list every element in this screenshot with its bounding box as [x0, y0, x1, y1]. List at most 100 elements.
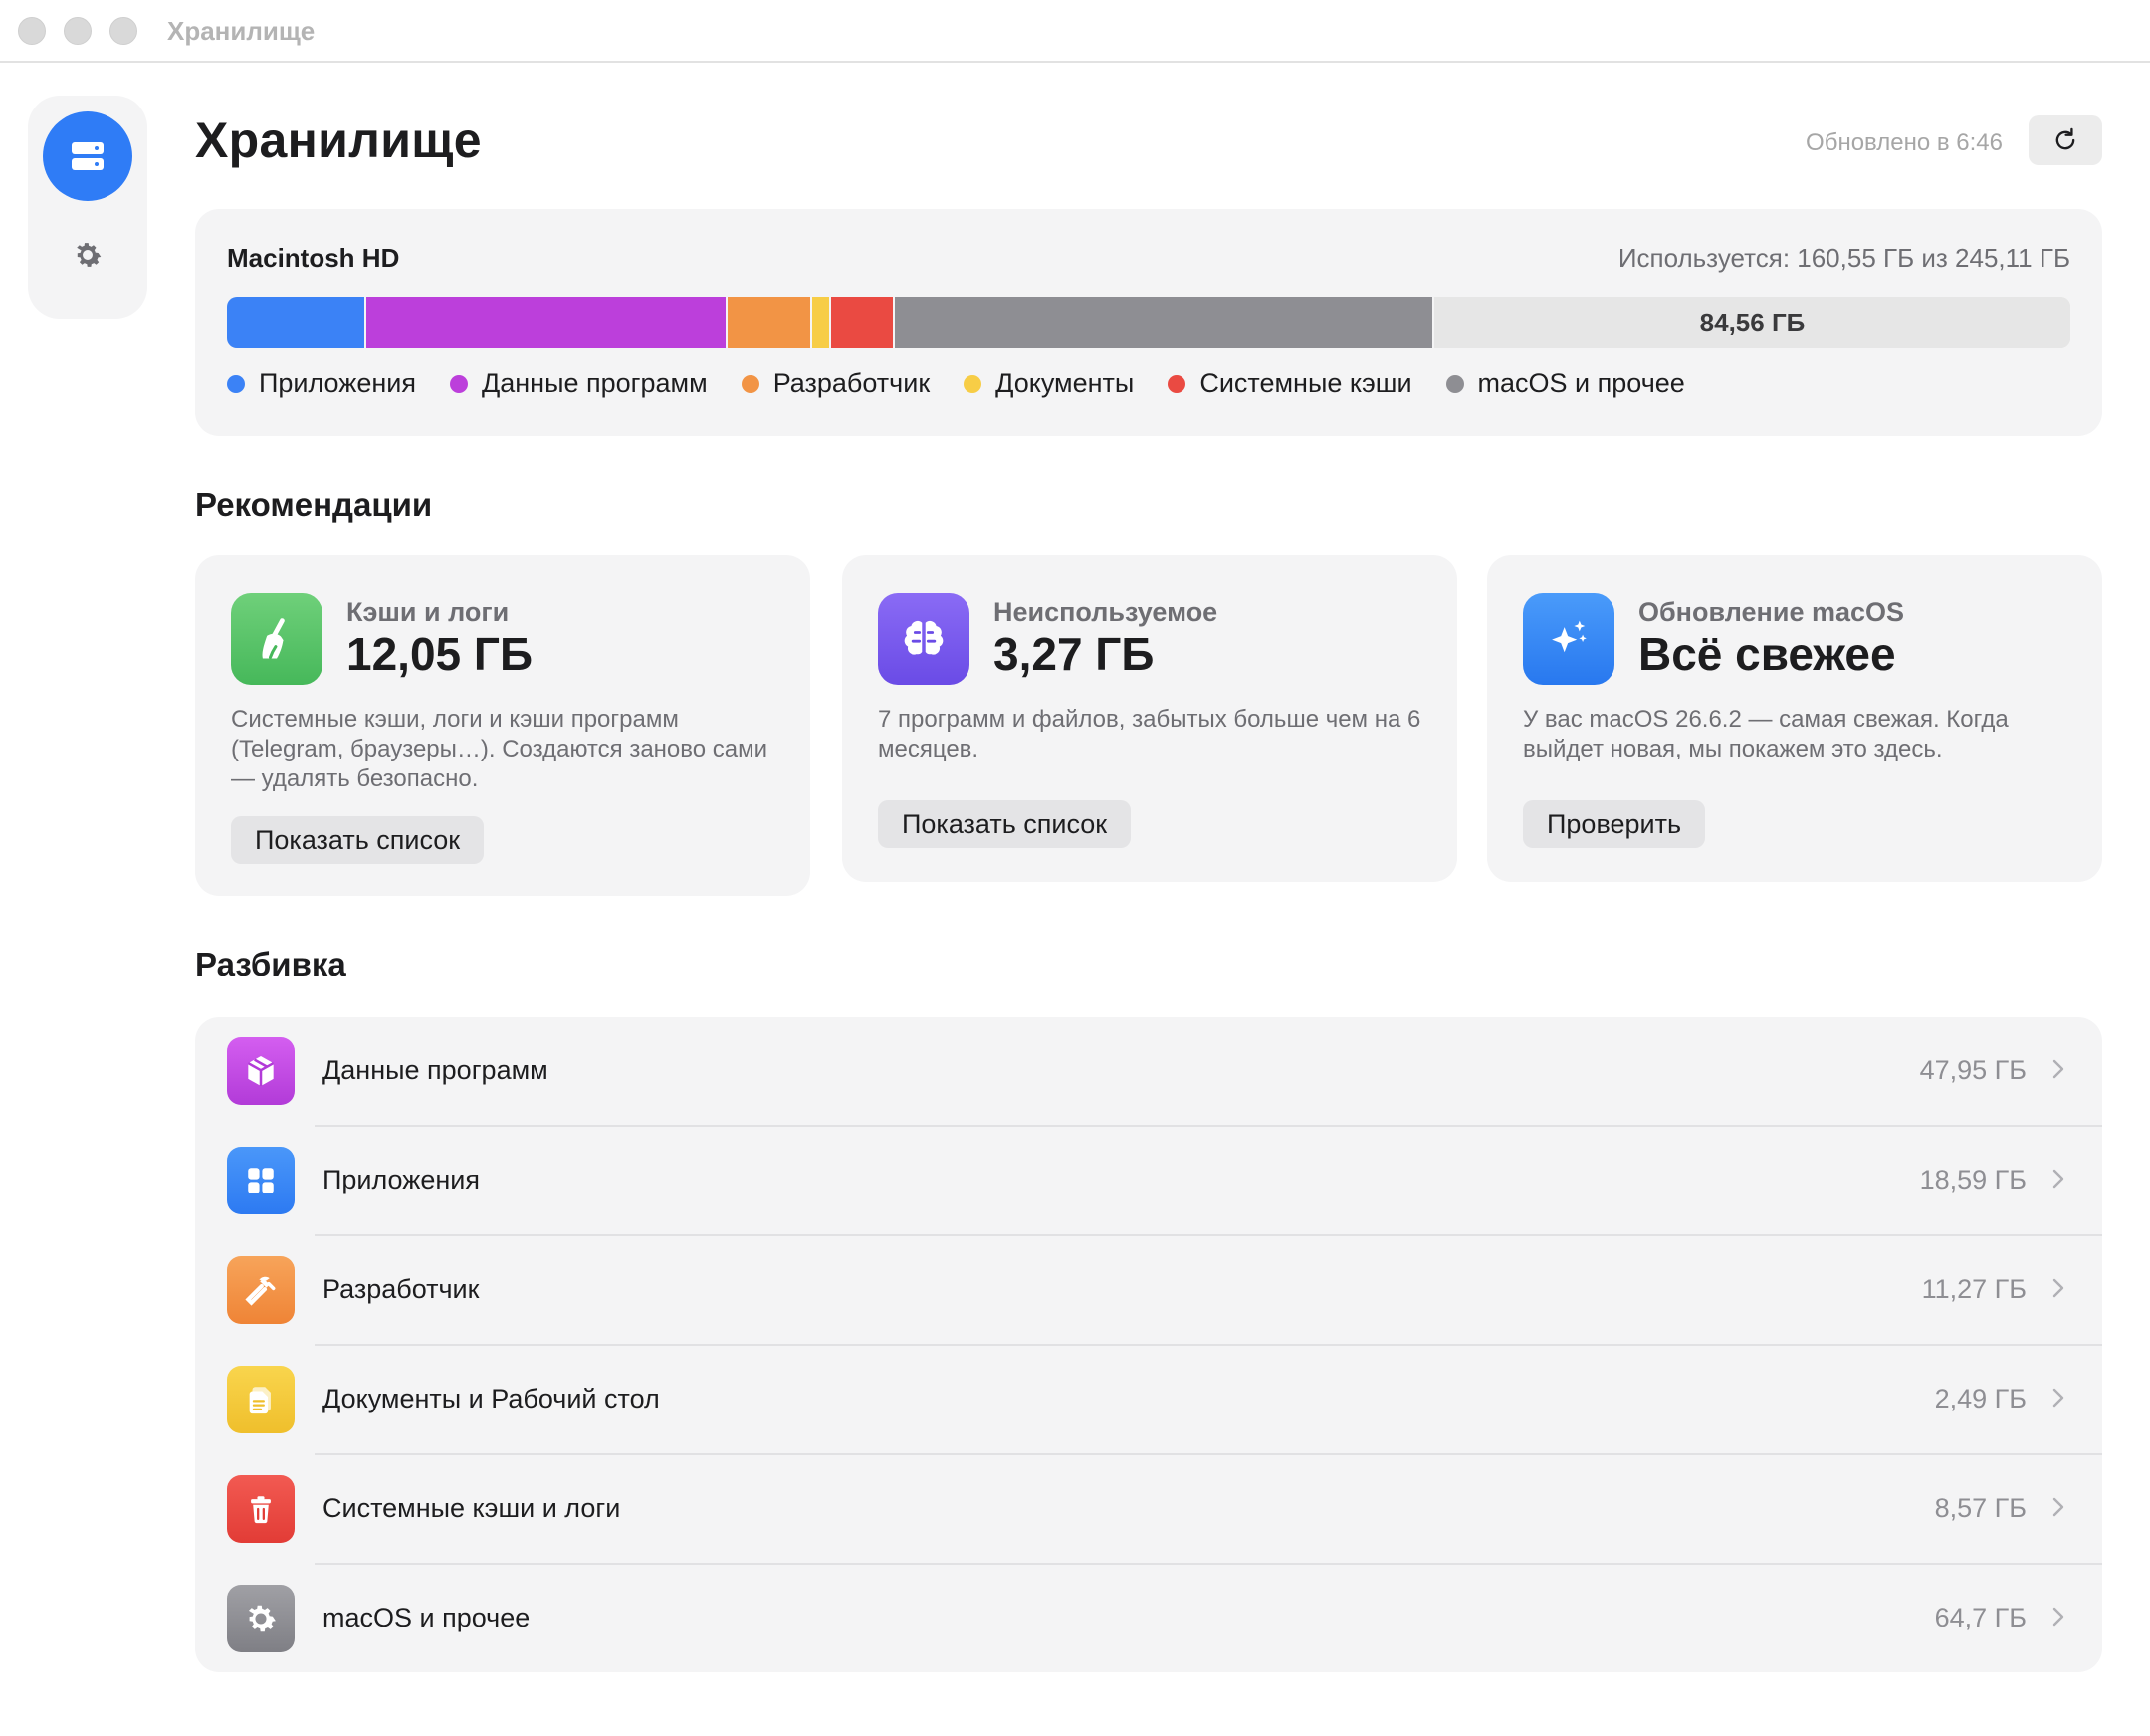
legend-item: Данные программ	[449, 368, 708, 399]
row-size: 8,57 ГБ	[1934, 1493, 2027, 1523]
gear-icon	[77, 243, 102, 267]
chevron-right-icon	[2048, 1161, 2068, 1196]
legend-dot	[1168, 374, 1186, 393]
sparkles-icon	[1552, 620, 1587, 653]
disk-usage-card: Macintosh HD Используется: 160,55 ГБ из …	[195, 209, 2102, 436]
rec-value: 3,27 ГБ	[993, 628, 1155, 680]
rec-card-macos-update: Обновление macOS Всё свежее У вас macOS …	[1487, 555, 2102, 882]
window-title: Хранилище	[167, 16, 316, 46]
usage-segment-docs	[811, 297, 831, 348]
legend-label: Системные кэши	[1199, 368, 1412, 398]
row-size: 18,59 ГБ	[1919, 1165, 2027, 1194]
show-list-button-caches[interactable]: Показать список	[231, 816, 485, 864]
breakdown-row-syscache[interactable]: Системные кэши и логи 8,57 ГБ	[195, 1455, 2102, 1565]
legend-item: Разработчик	[741, 368, 931, 399]
legend-item: Приложения	[227, 368, 416, 399]
legend-label: Данные программ	[481, 368, 708, 398]
page-title: Хранилище	[195, 112, 482, 168]
breakdown-list: Данные программ 47,95 ГБ Приложения 18,5…	[195, 1017, 2102, 1672]
broom-icon	[262, 618, 285, 659]
rec-icon-update	[1523, 593, 1614, 685]
updated-timestamp: Обновлено в 6:46	[1806, 129, 2003, 156]
refresh-icon	[2055, 127, 2075, 150]
usage-bar: 84,56 ГБ	[227, 297, 2070, 348]
row-icon	[227, 1037, 295, 1105]
legend-dot	[741, 374, 759, 393]
apps-grid-icon	[248, 1168, 274, 1194]
chevron-right-icon	[2048, 1489, 2068, 1525]
legend-item: Документы	[964, 368, 1134, 399]
disk-name: Macintosh HD	[227, 243, 400, 273]
legend-label: Разработчик	[772, 368, 931, 398]
minimize-window-button[interactable]	[64, 17, 92, 45]
rec-card-caches: Кэши и логи 12,05 ГБ Системные кэши, лог…	[195, 555, 810, 896]
sidebar	[28, 96, 147, 319]
rec-description: Системные кэши, логи и кэши программ (Te…	[231, 706, 768, 792]
usage-bar-free: 84,56 ГБ	[1434, 297, 2070, 348]
rec-value: 12,05 ГБ	[346, 628, 534, 680]
rec-label: Неиспользуемое	[993, 597, 1218, 627]
document-icon	[249, 1387, 271, 1414]
row-size: 64,7 ГБ	[1934, 1603, 2027, 1632]
legend-dot	[964, 374, 982, 393]
legend-label: macOS и прочее	[1477, 368, 1685, 398]
sidebar-item-storage[interactable]	[43, 111, 132, 201]
usage-legend: Приложения Данные программ Разработчик Доку…	[227, 368, 1685, 399]
usage-segment-appdata	[366, 297, 728, 348]
storage-icon	[72, 142, 104, 170]
hammer-icon	[245, 1276, 276, 1306]
chevron-right-icon	[2048, 1270, 2068, 1306]
breakdown-row-appdata[interactable]: Данные программ 47,95 ГБ	[195, 1017, 2102, 1127]
close-window-button[interactable]	[18, 17, 46, 45]
rec-value: Всё свежее	[1638, 628, 1896, 680]
trash-icon	[251, 1496, 271, 1524]
rec-description: У вас macOS 26.6.2 — самая свежая. Когда…	[1523, 706, 2009, 762]
row-label: Документы и Рабочий стол	[322, 1384, 660, 1413]
legend-dot	[1445, 374, 1464, 393]
usage-segment-macos	[895, 297, 1435, 348]
legend-label: Документы	[995, 368, 1135, 398]
legend-item: Системные кэши	[1168, 368, 1412, 399]
disk-used-text: Используется: 160,55 ГБ из 245,11 ГБ	[1617, 243, 2070, 273]
usage-segment-dev	[727, 297, 812, 348]
row-size: 47,95 ГБ	[1919, 1055, 2027, 1085]
breakdown-row-documents[interactable]: Документы и Рабочий стол 2,49 ГБ	[195, 1346, 2102, 1455]
brain-icon	[904, 620, 944, 655]
breakdown-row-apps[interactable]: Приложения 18,59 ГБ	[195, 1127, 2102, 1236]
row-icon	[227, 1585, 295, 1652]
chevron-right-icon	[2048, 1599, 2068, 1634]
usage-segment-syscache	[830, 297, 896, 348]
legend-item: macOS и прочее	[1445, 368, 1685, 399]
chevron-right-icon	[2048, 1380, 2068, 1415]
chevron-right-icon	[2048, 1051, 2068, 1087]
row-label: macOS и прочее	[322, 1603, 531, 1632]
rec-card-unused: Неиспользуемое 3,27 ГБ 7 программ и файл…	[842, 555, 1457, 882]
row-icon	[227, 1147, 295, 1214]
row-icon	[227, 1475, 295, 1543]
show-list-button-unused[interactable]: Показать список	[878, 800, 1132, 848]
usage-segment-apps	[227, 297, 367, 348]
gear-icon	[248, 1605, 276, 1632]
check-update-button[interactable]: Проверить	[1523, 800, 1706, 848]
row-label: Системные кэши и логи	[322, 1493, 621, 1523]
breakdown-row-developer[interactable]: Разработчик 11,27 ГБ	[195, 1236, 2102, 1346]
row-icon	[227, 1256, 295, 1324]
package-icon	[247, 1055, 275, 1087]
zoom-window-button[interactable]	[109, 17, 137, 45]
row-label: Приложения	[322, 1165, 480, 1194]
row-label: Данные программ	[322, 1055, 548, 1085]
rec-description: 7 программ и файлов, забытых больше чем …	[878, 706, 1421, 762]
row-size: 2,49 ГБ	[1934, 1384, 2027, 1413]
rec-icon-unused	[878, 593, 969, 685]
legend-label: Приложения	[259, 368, 416, 398]
title-bar: Хранилище	[0, 0, 2150, 63]
recommendations-title: Рекомендации	[195, 486, 433, 523]
rec-label: Обновление macOS	[1638, 597, 1905, 627]
refresh-button[interactable]	[2029, 115, 2102, 165]
breakdown-row-macos[interactable]: macOS и прочее 64,7 ГБ	[195, 1565, 2102, 1672]
sidebar-item-settings[interactable]	[70, 237, 106, 273]
row-icon	[227, 1366, 295, 1433]
legend-dot	[227, 374, 245, 393]
breakdown-title: Разбивка	[195, 946, 346, 982]
row-size: 11,27 ГБ	[1921, 1274, 2027, 1304]
